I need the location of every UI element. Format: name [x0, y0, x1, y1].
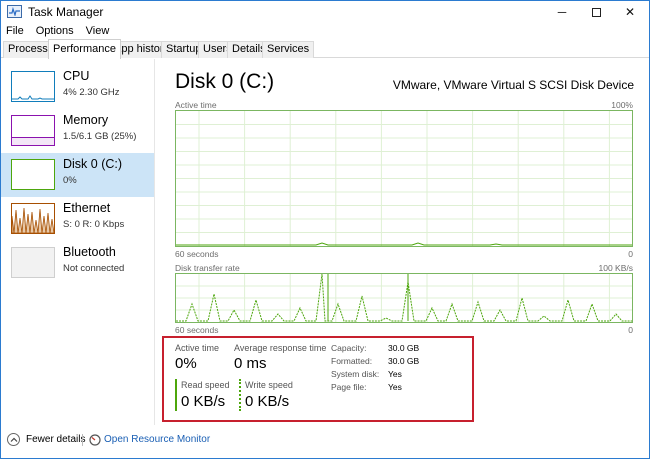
active-time-graph [175, 110, 633, 247]
menu-file[interactable]: File [1, 23, 30, 39]
transfer-rate-graph-label: Disk transfer rate [175, 263, 240, 273]
sidebar-ethernet-title: Ethernet [63, 201, 111, 215]
stats-highlight-box [162, 336, 474, 422]
close-button[interactable]: ✕ [613, 1, 647, 23]
active-time-min-label: 0 [628, 249, 633, 259]
close-icon: ✕ [624, 5, 636, 19]
sidebar-ethernet-subtitle: S: 0 R: 0 Kbps [63, 219, 125, 230]
sidebar-item-disk0[interactable]: Disk 0 (C:) 0% [1, 153, 154, 197]
transfer-rate-max-label: 100 KB/s [598, 263, 634, 273]
title-bar: Task Manager ─ ✕ [1, 1, 649, 23]
minimize-button[interactable]: ─ [545, 1, 579, 23]
maximize-icon [591, 7, 601, 17]
transfer-rate-graph [175, 273, 633, 323]
ethernet-thumbnail-chart [11, 207, 55, 234]
bluetooth-thumbnail-graph [11, 247, 55, 278]
sidebar-item-bluetooth[interactable]: Bluetooth Not connected [1, 241, 154, 285]
minimize-icon: ─ [557, 5, 567, 19]
window-title: Task Manager [28, 5, 104, 19]
sidebar-disk-subtitle: 0% [63, 175, 77, 186]
sidebar-item-ethernet[interactable]: Ethernet S: 0 R: 0 Kbps [1, 197, 154, 241]
active-time-chart [176, 111, 632, 246]
maximize-button[interactable] [579, 1, 613, 23]
menu-view[interactable]: View [80, 23, 116, 39]
sidebar-cpu-title: CPU [63, 69, 90, 83]
menu-options[interactable]: Options [30, 23, 80, 39]
sidebar-memory-subtitle: 1.5/6.1 GB (25%) [63, 131, 137, 142]
sidebar-disk-title: Disk 0 (C:) [63, 157, 123, 171]
fewer-details-link[interactable]: Fewer details [26, 434, 85, 445]
sidebar-memory-title: Memory [63, 113, 109, 127]
sidebar-item-memory[interactable]: Memory 1.5/6.1 GB (25%) [1, 109, 154, 153]
resource-monitor-icon[interactable] [89, 434, 101, 446]
task-manager-app-icon [7, 5, 22, 18]
active-time-graph-label: Active time [175, 100, 217, 110]
sidebar-item-cpu[interactable]: CPU 4% 2.30 GHz [1, 65, 154, 109]
footer-bar: Fewer details Open Resource Monitor [1, 426, 649, 458]
menu-bar: File Options View [1, 23, 115, 39]
chevron-up-icon[interactable] [7, 433, 20, 446]
sidebar-cpu-subtitle: 4% 2.30 GHz [63, 87, 120, 98]
footer-separator [82, 434, 83, 446]
cpu-thumbnail-chart [12, 95, 54, 100]
tab-services[interactable]: Services [262, 41, 315, 58]
device-name: VMware, VMware Virtual S SCSI Disk Devic… [392, 78, 634, 92]
disk-thumbnail-graph [11, 159, 55, 190]
open-resource-monitor-link[interactable]: Open Resource Monitor [104, 434, 210, 445]
page-title: Disk 0 (C:) [175, 70, 275, 93]
sidebar-bluetooth-subtitle: Not connected [63, 263, 125, 274]
active-time-max-label: 100% [611, 100, 633, 110]
task-manager-window: Task Manager ─ ✕ File Options View Proce… [0, 0, 650, 459]
performance-sidebar: CPU 4% 2.30 GHz Memory 1.5/6.1 GB (25%) … [1, 59, 155, 425]
ethernet-thumbnail-graph [11, 203, 55, 234]
sidebar-bluetooth-title: Bluetooth [63, 245, 116, 259]
tab-bar: Processes Performance App history Startu… [1, 39, 649, 59]
cpu-thumbnail-graph [11, 71, 55, 102]
transfer-rate-chart [176, 273, 632, 322]
tab-performance[interactable]: Performance [48, 39, 121, 59]
active-time-span-label: 60 seconds [175, 249, 219, 259]
memory-thumbnail-graph [11, 115, 55, 146]
